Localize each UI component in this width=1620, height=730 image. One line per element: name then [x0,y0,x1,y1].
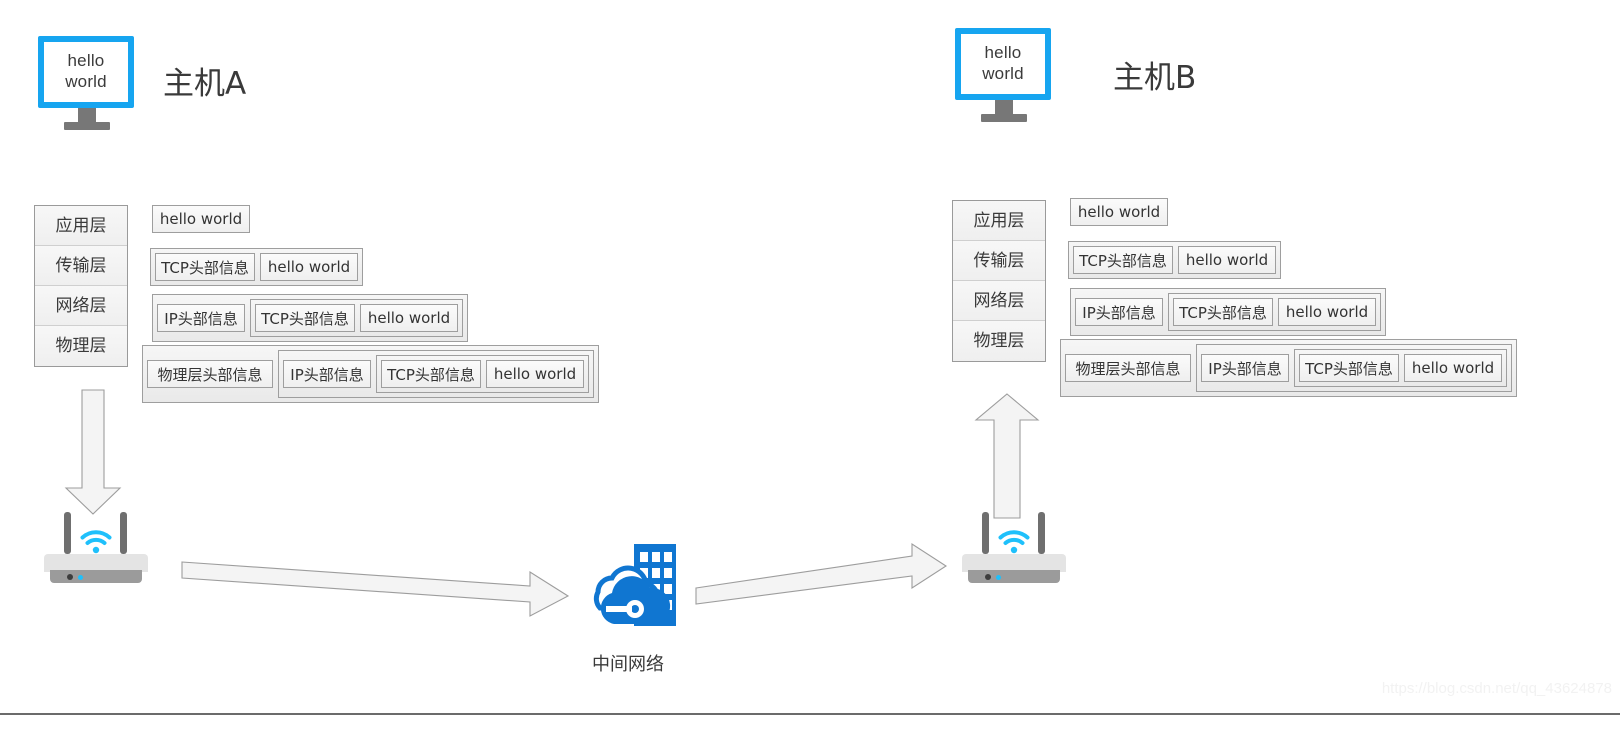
payload-box: hello world [1278,298,1376,326]
router-led-dark [67,574,73,580]
host-b-packet-physical: 物理层头部信息 IP头部信息 TCP头部信息 hello world [1060,339,1517,397]
antenna-icon [120,512,127,554]
router-led-blue [78,575,83,580]
payload-box: hello world [1178,246,1276,274]
host-b-monitor-neck [995,100,1013,114]
watermark: https://blog.csdn.net/qq_43624878 [1381,680,1612,697]
transport-segment: TCP头部信息 hello world [376,355,589,393]
ip-header-box: IP头部信息 [157,304,245,332]
tcp-header-box: TCP头部信息 [155,253,255,281]
host-b-screen-frame: hello world [955,28,1051,100]
transit-arrow-right [695,542,948,605]
physical-frame: 物理层头部信息 IP头部信息 TCP头部信息 hello world [1060,339,1517,397]
host-b-packet-application: hello world [1070,198,1168,226]
payload-box: hello world [260,253,358,281]
host-b-screen: hello world [961,34,1045,94]
bottom-divider [0,713,1620,715]
ip-header-box: IP头部信息 [1201,354,1289,382]
ip-packet: IP头部信息 TCP头部信息 hello world [1070,288,1386,336]
physical-frame: 物理层头部信息 IP头部信息 TCP头部信息 hello world [142,345,599,403]
transport-segment: TCP头部信息 hello world [150,248,363,286]
host-a-screen-frame: hello world [38,36,134,108]
payload-box: hello world [360,304,458,332]
tcp-header-box: TCP头部信息 [255,304,355,332]
payload-box: hello world [486,360,584,388]
diagram-canvas: hello world 主机A hello world 主机B 应用层 传输层 … [0,0,1620,730]
router-led-blue [996,575,1001,580]
host-b-packet-network: IP头部信息 TCP头部信息 hello world [1070,288,1386,336]
host-a-screen-line2: world [65,72,107,91]
ip-header-box: IP头部信息 [1075,298,1163,326]
transit-arrow-left [181,561,570,617]
transport-segment: TCP头部信息 hello world [250,299,463,337]
wifi-icon [80,530,112,554]
host-a-screen: hello world [44,42,128,102]
router-b [962,512,1066,586]
ip-header-box: IP头部信息 [283,360,371,388]
antenna-icon [64,512,71,554]
encapsulation-down-arrow [64,389,122,515]
host-b-monitor-foot [981,114,1027,122]
host-a-monitor-foot [64,122,110,130]
ip-packet: IP头部信息 TCP头部信息 hello world [1196,344,1512,392]
decapsulation-up-arrow [974,393,1040,519]
host-a-layer-transport[interactable]: 传输层 [35,246,127,286]
transport-segment: TCP头部信息 hello world [1068,241,1281,279]
router-led-dark [985,574,991,580]
host-b-layer-transport[interactable]: 传输层 [953,241,1045,281]
host-b-layer-application[interactable]: 应用层 [953,201,1045,241]
physical-header-box: 物理层头部信息 [1065,354,1191,382]
host-a-packet-network: IP头部信息 TCP头部信息 hello world [152,294,468,342]
host-b-screen-line1: hello [984,43,1022,63]
physical-header-box: 物理层头部信息 [147,360,273,388]
host-a-layer-network[interactable]: 网络层 [35,286,127,326]
router-base [50,570,142,583]
host-a-monitor-neck [78,108,96,122]
tcp-header-box: TCP头部信息 [1173,298,1273,326]
ip-packet: IP头部信息 TCP头部信息 hello world [278,350,594,398]
payload-box: hello world [1070,198,1168,226]
host-a-screen-line1: hello [67,51,105,71]
host-a-packet-physical: 物理层头部信息 IP头部信息 TCP头部信息 hello world [142,345,599,403]
host-b-screen-line2: world [982,64,1024,83]
host-b-layer-network[interactable]: 网络层 [953,281,1045,321]
host-a-layer-physical[interactable]: 物理层 [35,326,127,366]
wifi-icon [998,530,1030,554]
transport-segment: TCP头部信息 hello world [1168,293,1381,331]
host-a-label: 主机A [163,66,247,102]
transport-segment: TCP头部信息 hello world [1294,349,1507,387]
host-b-layer-stack: 应用层 传输层 网络层 物理层 [952,200,1046,362]
payload-box: hello world [1404,354,1502,382]
cloud-datacenter-icon [593,544,676,626]
host-b-label: 主机B [1113,60,1197,96]
middle-network-icon [576,538,684,638]
router-a [44,512,148,586]
payload-box: hello world [152,205,250,233]
host-a-packet-application: hello world [152,205,250,233]
host-a-layer-stack: 应用层 传输层 网络层 物理层 [34,205,128,367]
host-b-packet-transport: TCP头部信息 hello world [1068,241,1281,279]
ip-packet: IP头部信息 TCP头部信息 hello world [152,294,468,342]
tcp-header-box: TCP头部信息 [1299,354,1399,382]
host-a-layer-application[interactable]: 应用层 [35,206,127,246]
tcp-header-box: TCP头部信息 [381,360,481,388]
tcp-header-box: TCP头部信息 [1073,246,1173,274]
antenna-icon [982,512,989,554]
middle-network-label: 中间网络 [592,654,664,675]
antenna-icon [1038,512,1045,554]
host-a-packet-transport: TCP头部信息 hello world [150,248,363,286]
host-b-layer-physical[interactable]: 物理层 [953,321,1045,361]
router-base [968,570,1060,583]
